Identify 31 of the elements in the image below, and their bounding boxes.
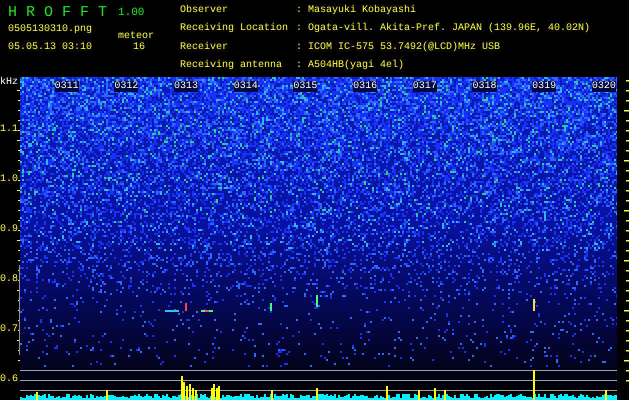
time-label: 0316: [353, 81, 378, 92]
time-label: 0320: [592, 81, 616, 92]
axis-label: 0.9: [0, 224, 18, 236]
time-label: 0313: [174, 81, 198, 92]
time-label: 0317: [412, 81, 437, 92]
time-label: 0312: [114, 81, 138, 92]
app-version: 1.00: [118, 6, 146, 21]
info-value: : Masayuki Kobayashi: [296, 4, 418, 18]
meteor-count: 16: [132, 42, 146, 55]
time-label: 0318: [472, 81, 496, 92]
time-label: 0315: [293, 81, 318, 92]
app-name: H R O F F T: [8, 4, 108, 23]
file-name: 0505130310.png: [8, 24, 94, 37]
axis-label: 0.6: [0, 374, 18, 386]
axis-label: 1.1: [0, 124, 18, 136]
meteor-label: meteor: [118, 31, 156, 42]
info-label: Observer: [180, 4, 230, 18]
info-value: : Ogata-vill. Akita-Pref. JAPAN (139.96E, 40.02N): [296, 22, 590, 36]
axis-unit: kHz: [0, 77, 18, 89]
time-label: 0311: [54, 81, 79, 92]
axis-label: 1.0: [0, 174, 18, 186]
info-label: Receiving Location: [180, 22, 290, 36]
info-value: : ICOM IC-575 53.7492(@LCD)MHz USB: [296, 40, 502, 54]
time-label: 0319: [532, 81, 556, 92]
timestamp: 05.05.13 03:10: [8, 42, 94, 55]
info-value: : A504HB(yagi 4el): [296, 58, 406, 73]
info-label: Receiving antenna: [180, 58, 284, 73]
axis-label: 0.7: [0, 324, 18, 336]
info-label: Receiver: [180, 40, 230, 54]
time-label: 0314: [234, 81, 258, 92]
axis-label: 0.8: [0, 274, 18, 286]
